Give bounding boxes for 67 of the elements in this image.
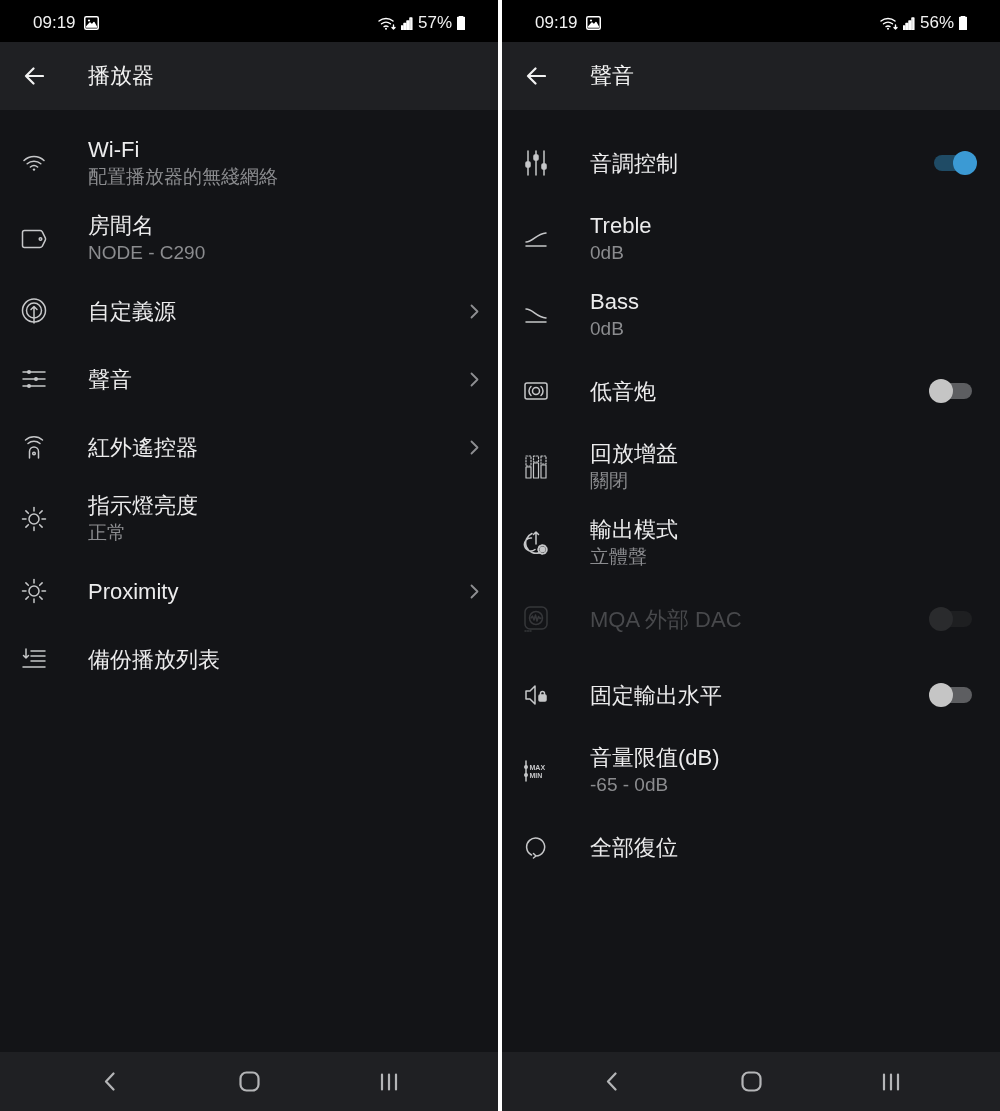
status-time: 09:19: [535, 13, 578, 33]
setting-title: 聲音: [88, 365, 132, 393]
setting-title: 固定輸出水平: [590, 681, 722, 709]
setting-subtitle: 正常: [88, 521, 126, 545]
screen-title: 播放器: [88, 62, 154, 90]
chevron-right-icon[interactable]: [470, 371, 479, 387]
setting-title: 回放增益: [590, 440, 678, 467]
treble-curve-icon: [524, 231, 548, 247]
wifi-icon: [377, 16, 396, 30]
setting-title: Treble: [590, 212, 652, 239]
setting-title: 全部復位: [590, 833, 678, 861]
wifi-icon: [23, 155, 45, 171]
setting-title: 指示燈亮度: [88, 492, 198, 519]
home-icon[interactable]: [740, 1071, 762, 1092]
image-icon: [585, 16, 601, 30]
setting-title: Proximity: [88, 577, 179, 605]
bass-curve-icon: [524, 307, 548, 323]
setting-subtitle: NODE - C290: [88, 241, 206, 265]
tag-icon: [21, 229, 47, 249]
chevron-right-icon[interactable]: [470, 583, 479, 599]
battery-icon: [959, 16, 967, 30]
list-arrow-icon: [22, 648, 46, 670]
recents-icon[interactable]: [380, 1072, 398, 1091]
nav-back-icon[interactable]: [103, 1072, 115, 1091]
back-arrow-icon[interactable]: [24, 67, 44, 85]
setting-subtitle: 0dB: [590, 317, 624, 341]
sliders-icon: [22, 369, 46, 389]
status-time: 09:19: [33, 13, 76, 33]
level-bars-icon: [525, 455, 547, 479]
battery-percent: 57%: [417, 13, 452, 33]
infrared-remote-icon: [24, 435, 44, 459]
battery-percent: 56%: [919, 13, 954, 33]
setting-title: 低音炮: [590, 377, 656, 405]
wave-square-icon: [524, 606, 548, 632]
chevron-right-icon[interactable]: [470, 439, 479, 455]
battery-icon: [457, 16, 465, 30]
recents-icon[interactable]: [882, 1072, 900, 1091]
home-icon[interactable]: [238, 1071, 260, 1092]
setting-subtitle: -65 - 0dB: [590, 773, 669, 797]
signal-icon: [902, 16, 915, 30]
setting-title: 紅外遙控器: [88, 433, 198, 461]
setting-title: Wi-Fi: [88, 136, 140, 163]
nav-back-icon[interactable]: [605, 1072, 617, 1091]
setting-subtitle: 立體聲: [590, 545, 647, 569]
setting-subtitle: 0dB: [590, 241, 624, 265]
setting-title: 輸出模式: [590, 516, 678, 543]
speaker-box-icon: [524, 382, 548, 400]
setting-title: 備份播放列表: [88, 645, 220, 673]
screen-title: 聲音: [590, 62, 634, 90]
setting-title: 音調控制: [590, 149, 678, 177]
setting-title: Bass: [590, 288, 639, 315]
equalizer-icon: [524, 150, 548, 176]
setting-subtitle: 關閉: [590, 469, 628, 493]
wifi-icon: [879, 16, 898, 30]
setting-title: 自定義源: [88, 297, 176, 325]
setting-title: 房間名: [88, 212, 154, 239]
chevron-right-icon[interactable]: [470, 303, 479, 319]
setting-subtitle: 配置播放器的無綫網絡: [88, 165, 278, 189]
back-arrow-icon[interactable]: [526, 67, 546, 85]
image-icon: [83, 16, 99, 30]
signal-icon: [400, 16, 413, 30]
setting-title: 音量限值(dB): [590, 744, 720, 771]
arrow-gear-icon: [523, 530, 549, 556]
speaker-lock-icon: [524, 683, 548, 707]
reset-icon: [524, 835, 548, 859]
sun-icon: [21, 506, 47, 532]
sun-icon: [21, 578, 47, 604]
